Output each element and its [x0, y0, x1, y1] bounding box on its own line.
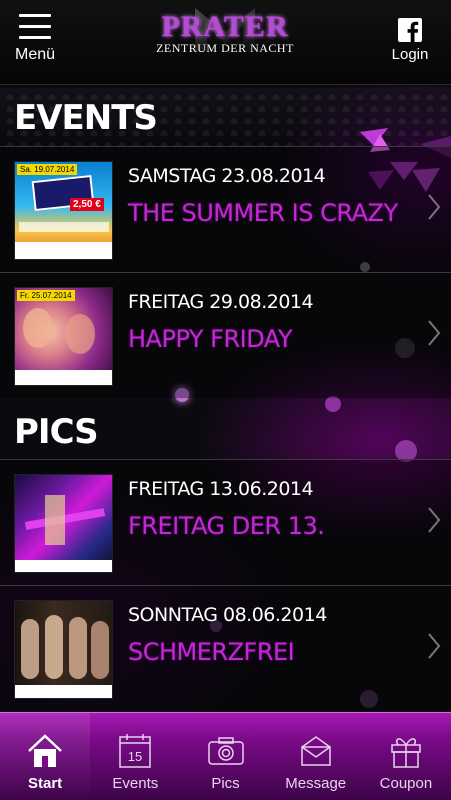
- gift-icon: [391, 738, 421, 768]
- logo-title: PRATER: [161, 10, 289, 43]
- envelope-icon: [300, 736, 331, 766]
- event-date: FREITAG 29.08.2014: [128, 291, 314, 313]
- pics-thumbnail: [14, 474, 113, 573]
- thumb-figure: [23, 308, 53, 348]
- chevron-right-icon: [428, 507, 441, 533]
- thumb-footer: [15, 242, 112, 259]
- event-row[interactable]: Fr. 25.07.2014 FREITAG 29.08.2014 HAPPY …: [0, 272, 451, 398]
- nav-label: Message: [285, 775, 347, 792]
- events-title: EVENTS: [14, 98, 158, 138]
- chevron-right-icon: [428, 633, 441, 659]
- nav-events[interactable]: 15 Events: [90, 713, 180, 800]
- nav-start[interactable]: Start: [0, 713, 91, 800]
- event-title: HAPPY FRIDAY: [128, 325, 293, 353]
- thumb-figure: [69, 617, 87, 679]
- thumb-date-tag: Sa. 19.07.2014: [17, 164, 78, 175]
- pics-thumbnail: [14, 600, 113, 699]
- pics-row[interactable]: SONNTAG 08.06.2014 SCHMERZFREI: [0, 585, 451, 712]
- pics-section-header: PICS: [0, 400, 451, 458]
- chevron-right-icon: [428, 320, 441, 346]
- menu-button[interactable]: Menü: [10, 14, 60, 74]
- menu-label: Menü: [14, 46, 56, 63]
- prater-logo[interactable]: PRATER ZENTRUM DER NACHT: [150, 8, 300, 72]
- pics-row[interactable]: FREITAG 13.06.2014 FREITAG DER 13.: [0, 459, 451, 585]
- thumb-figure: [91, 621, 109, 679]
- event-title: THE SUMMER IS CRAZY: [128, 199, 398, 227]
- event-row[interactable]: Sa. 19.07.2014 2,50 € SAMSTAG 23.08.2014…: [0, 146, 451, 272]
- pics-title-text: SCHMERZFREI: [128, 638, 295, 666]
- login-label: Login: [391, 46, 429, 63]
- price-badge: 2,50 €: [70, 198, 104, 211]
- thumb-footer: [15, 370, 112, 385]
- pics-title-text: FREITAG DER 13.: [128, 512, 325, 540]
- thumb-figure: [45, 495, 65, 545]
- login-button[interactable]: Login: [385, 18, 435, 63]
- event-date: SAMSTAG 23.08.2014: [128, 165, 326, 187]
- facebook-icon: [398, 18, 422, 42]
- nav-coupon[interactable]: Coupon: [361, 713, 451, 800]
- calendar-icon: 15: [119, 734, 152, 768]
- pics-date: FREITAG 13.06.2014: [128, 478, 314, 500]
- app-header: Menü PRATER ZENTRUM DER NACHT Login: [0, 0, 451, 85]
- pics-date: SONNTAG 08.06.2014: [128, 604, 327, 626]
- nav-label: Start: [28, 775, 63, 792]
- events-section-header: EVENTS: [0, 88, 451, 192]
- home-icon: [28, 734, 62, 767]
- bottom-nav: Start 15 Events Pics Message Coupon: [0, 712, 451, 800]
- thumb-figure: [65, 314, 95, 354]
- thumb-figure: [45, 615, 63, 679]
- thumb-footer: [15, 685, 112, 698]
- camera-icon: [207, 737, 244, 765]
- thumb-figure: [21, 619, 39, 679]
- thumb-banner: [19, 222, 109, 232]
- thumb-stage-light: [24, 508, 106, 530]
- nav-label: Pics: [211, 775, 240, 792]
- calendar-day: 15: [128, 749, 142, 764]
- thumb-date-tag: Fr. 25.07.2014: [17, 290, 75, 301]
- chevron-right-icon: [428, 194, 441, 220]
- pics-title: PICS: [14, 412, 99, 452]
- thumb-footer: [15, 560, 112, 572]
- event-thumbnail: Fr. 25.07.2014: [14, 287, 113, 386]
- hamburger-icon: [19, 14, 51, 39]
- nav-message[interactable]: Message: [271, 713, 361, 800]
- nav-label: Coupon: [379, 775, 433, 792]
- nav-pics[interactable]: Pics: [180, 713, 270, 800]
- event-thumbnail: Sa. 19.07.2014 2,50 €: [14, 161, 113, 260]
- logo-subtitle: ZENTRUM DER NACHT: [156, 41, 294, 55]
- nav-label: Events: [112, 775, 159, 792]
